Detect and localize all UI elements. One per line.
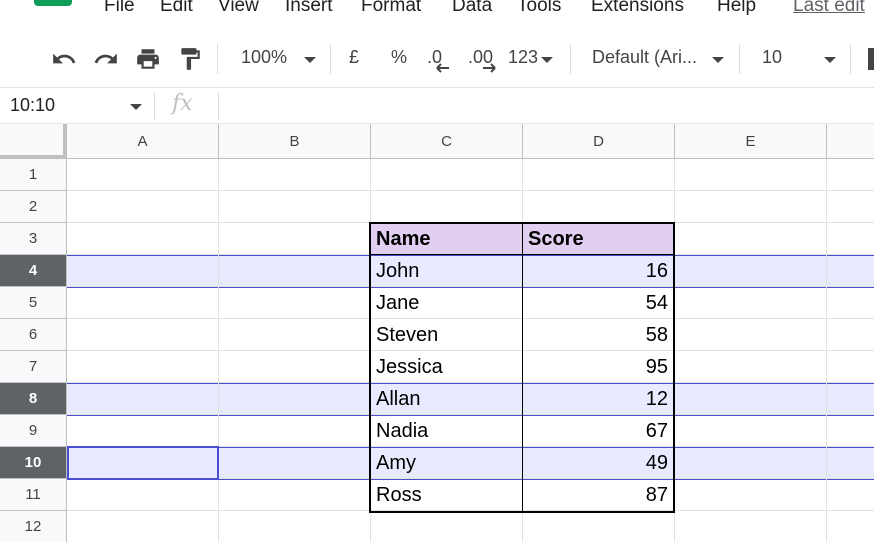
last-edit-link[interactable]: Last edit (793, 0, 865, 17)
row-header-11[interactable]: 11 (0, 479, 67, 511)
name-box-dropdown-icon[interactable] (130, 104, 142, 110)
row-header-5[interactable]: 5 (0, 287, 67, 319)
toolbar-divider (330, 44, 331, 74)
column-header-f[interactable] (827, 124, 874, 159)
column-header-d[interactable]: D (523, 124, 675, 159)
row-header-1[interactable]: 1 (0, 159, 67, 191)
row-header-7[interactable]: 7 (0, 351, 67, 383)
menu-insert[interactable]: Insert (285, 0, 333, 17)
more-formats-button[interactable]: 123 (508, 47, 538, 68)
formula-divider (154, 93, 155, 119)
table-header-divider (370, 254, 674, 255)
font-select[interactable]: Default (Ari... (592, 47, 697, 68)
row-header-4[interactable]: 4 (0, 255, 67, 287)
menu-file[interactable]: File (104, 0, 135, 17)
cell-area[interactable]: Name Score John 16 Jane 54 Steven 58 Jes… (67, 159, 874, 542)
column-header-c[interactable]: C (371, 124, 523, 159)
toolbar-divider (570, 44, 571, 74)
row-header-2[interactable]: 2 (0, 191, 67, 223)
undo-icon[interactable] (51, 46, 77, 72)
name-box[interactable]: 10:10 (10, 95, 55, 116)
row-header-6[interactable]: 6 (0, 319, 67, 351)
active-cell-a10[interactable] (67, 446, 219, 480)
arrow-left-icon (436, 62, 450, 74)
menu-view[interactable]: View (218, 0, 259, 17)
row-header-10[interactable]: 10 (0, 447, 67, 479)
table-column-divider (522, 223, 523, 512)
toolbar-divider (739, 44, 740, 74)
menu-bar: File Edit View Insert Format Data Tools … (0, 0, 874, 28)
toolbar-divider (850, 44, 851, 74)
column-header-b[interactable]: B (219, 124, 371, 159)
menu-help[interactable]: Help (717, 0, 756, 17)
gridline (67, 190, 874, 191)
sheets-logo[interactable] (34, 0, 72, 6)
formula-input[interactable] (220, 88, 874, 124)
zoom-dropdown-icon[interactable] (304, 57, 316, 63)
menu-tools[interactable]: Tools (517, 0, 561, 17)
more-formats-dropdown-icon[interactable] (541, 57, 553, 63)
row-header-8[interactable]: 8 (0, 383, 67, 415)
menu-data[interactable]: Data (452, 0, 492, 17)
print-icon[interactable] (135, 46, 161, 72)
menu-format[interactable]: Format (361, 0, 421, 17)
formula-divider (218, 93, 219, 119)
row-header-9[interactable]: 9 (0, 415, 67, 447)
row-header-3[interactable]: 3 (0, 223, 67, 255)
toolbar: 100% £ % .0 .00 123 Default (Ari... 10 (0, 28, 874, 88)
column-header-e[interactable]: E (675, 124, 827, 159)
spreadsheet-grid: A B C D E 1 2 3 4 5 6 7 8 9 10 11 12 Nam… (0, 124, 874, 542)
select-all-corner[interactable] (0, 124, 67, 159)
arrow-right-icon (482, 62, 496, 74)
row-header-12[interactable]: 12 (0, 511, 67, 542)
zoom-select[interactable]: 100% (241, 47, 287, 68)
menu-edit[interactable]: Edit (160, 0, 193, 17)
font-size-select[interactable]: 10 (762, 47, 782, 68)
font-dropdown-icon[interactable] (712, 57, 724, 63)
column-header-a[interactable]: A (67, 124, 219, 159)
fx-icon: fx (172, 91, 193, 116)
toolbar-divider (217, 44, 218, 74)
currency-format-button[interactable]: £ (349, 47, 359, 68)
menu-extensions[interactable]: Extensions (591, 0, 684, 17)
percent-format-button[interactable]: % (391, 47, 407, 68)
bold-icon[interactable] (868, 48, 874, 70)
font-size-dropdown-icon[interactable] (824, 57, 836, 63)
paint-format-icon[interactable] (177, 46, 203, 72)
formula-bar: 10:10 fx (0, 88, 874, 124)
redo-icon[interactable] (93, 46, 119, 72)
